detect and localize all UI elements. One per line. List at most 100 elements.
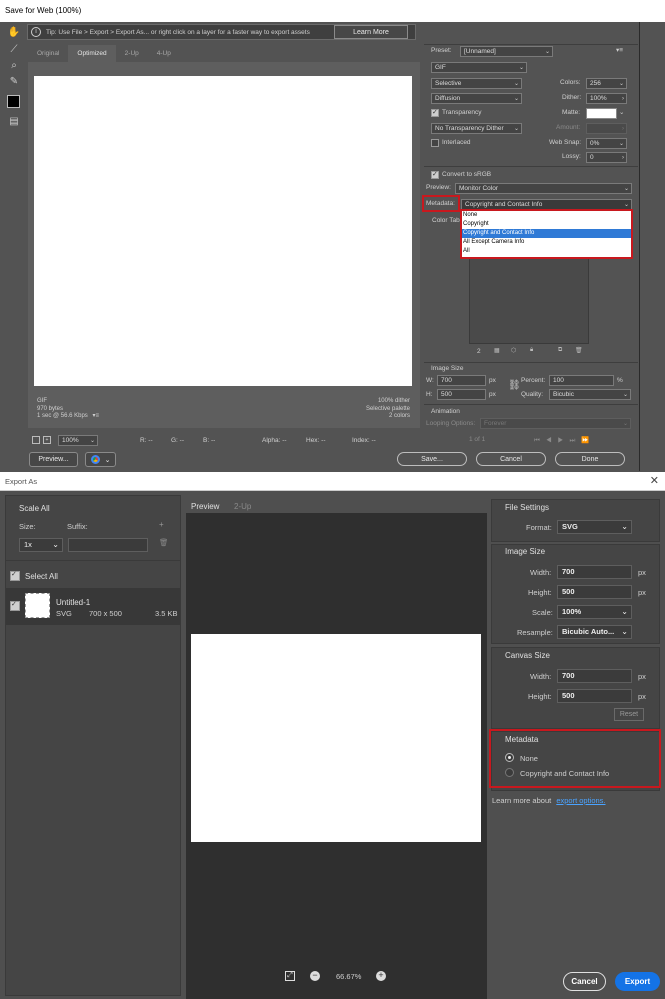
readout-g: G: -- bbox=[171, 437, 184, 444]
chevron-down-icon: ⌄ bbox=[621, 627, 628, 636]
readout-hex: Hex: -- bbox=[306, 437, 326, 444]
dither-algorithm-value: Diffusion bbox=[435, 95, 461, 102]
fit-to-screen-icon[interactable]: ⤢ bbox=[285, 971, 295, 981]
convert-srgb-checkbox[interactable] bbox=[431, 170, 439, 179]
reset-button[interactable]: Reset bbox=[614, 708, 644, 721]
zoom-tool-icon[interactable]: ⌕ bbox=[6, 58, 22, 72]
web-shift-icon[interactable]: ⬡ bbox=[511, 347, 516, 354]
percent-unit: % bbox=[617, 377, 623, 384]
export-as-window: Export As ✕ Scale All Size: Suffix: + 1x… bbox=[0, 472, 665, 999]
color-reduction-select[interactable]: Selective ⌄ bbox=[431, 78, 522, 89]
readout-alpha: Alpha: -- bbox=[262, 437, 287, 444]
format-select[interactable]: SVG ⌄ bbox=[557, 520, 632, 534]
scale-select[interactable]: 100% ⌄ bbox=[557, 605, 632, 619]
metadata-panel-highlight bbox=[489, 729, 661, 788]
link-icon[interactable]: ⛓︎ bbox=[508, 380, 521, 391]
file-settings-heading: File Settings bbox=[505, 503, 550, 512]
resample-label: Resample: bbox=[517, 628, 553, 637]
download-rate-menu-icon[interactable]: ▾≡ bbox=[92, 413, 99, 419]
zoom-in-icon[interactable]: + bbox=[43, 436, 51, 444]
export-button[interactable]: Export bbox=[615, 972, 660, 991]
suffix-label: Suffix: bbox=[67, 522, 88, 531]
readout-index: Index: -- bbox=[352, 437, 376, 444]
add-scale-icon[interactable]: + bbox=[159, 520, 164, 529]
canvas-width-field[interactable]: 700 bbox=[557, 669, 632, 683]
toggle-slices-icon[interactable]: ▤ bbox=[6, 114, 22, 128]
canvas-height-field[interactable]: 500 bbox=[557, 689, 632, 703]
trash-icon[interactable]: 🗑︎ bbox=[575, 347, 583, 354]
height-field[interactable]: 500 bbox=[557, 585, 632, 599]
save-button[interactable]: Save... bbox=[397, 452, 467, 466]
eyedropper-color-swatch[interactable] bbox=[7, 95, 20, 108]
info-icon: i bbox=[31, 27, 41, 37]
learn-more-button[interactable]: Learn More bbox=[334, 25, 408, 39]
canvas-width-unit: px bbox=[638, 672, 646, 681]
animation-label: Animation bbox=[431, 408, 460, 415]
websnap-field[interactable]: 0% ⌄ bbox=[586, 138, 627, 149]
asset-name: Untitled-1 bbox=[56, 598, 91, 607]
interlaced-checkbox[interactable] bbox=[431, 139, 439, 147]
hand-tool-icon[interactable]: ✋ bbox=[6, 25, 22, 39]
colors-select[interactable]: 256 ⌄ bbox=[586, 78, 627, 89]
matte-color-swatch[interactable] bbox=[586, 108, 617, 119]
websnap-label: Web Snap: bbox=[549, 139, 582, 146]
dither-algorithm-select[interactable]: Diffusion ⌄ bbox=[431, 93, 522, 104]
zoom-level-select[interactable]: 100% ⌄ bbox=[58, 435, 98, 446]
transparency-dither-select[interactable]: No Transparency Dither ⌄ bbox=[431, 123, 522, 134]
select-all-label: Select All bbox=[25, 572, 58, 581]
chevron-right-icon: › bbox=[622, 126, 624, 132]
asset-dimensions: 700 x 500 bbox=[89, 609, 122, 618]
height-field[interactable]: 500 bbox=[437, 389, 486, 400]
chevron-down-icon: ⌄ bbox=[618, 81, 624, 87]
size-select[interactable]: 1x ⌄ bbox=[19, 538, 63, 552]
preview-button[interactable]: Preview... bbox=[29, 452, 78, 467]
suffix-input[interactable] bbox=[68, 538, 148, 552]
quality-select[interactable]: Bicubic ⌄ bbox=[549, 389, 631, 400]
cancel-button[interactable]: Cancel bbox=[563, 972, 606, 991]
preview-color-select[interactable]: Monitor Color ⌄ bbox=[455, 183, 632, 194]
export-options-link[interactable]: export options. bbox=[556, 796, 605, 805]
file-format-select[interactable]: GIF ⌄ bbox=[431, 62, 527, 73]
tab-original[interactable]: Original bbox=[28, 45, 68, 62]
width-field[interactable]: 700 bbox=[437, 375, 486, 386]
tab-4up[interactable]: 4-Up bbox=[148, 45, 180, 62]
preview-color-value: Monitor Color bbox=[459, 185, 499, 192]
lossy-field[interactable]: 0 › bbox=[586, 152, 627, 163]
learn-more-text: Learn more about export options. bbox=[492, 796, 606, 805]
interlaced-label: Interlaced bbox=[442, 139, 471, 146]
zoom-in-icon[interactable]: + bbox=[376, 971, 386, 981]
height-label: H: bbox=[426, 391, 433, 398]
zoom-out-icon[interactable]: − bbox=[310, 971, 320, 981]
tab-2up[interactable]: 2-Up bbox=[234, 502, 251, 511]
preset-value: [Unnamed] bbox=[464, 48, 496, 55]
zoom-out-icon[interactable] bbox=[32, 436, 40, 444]
resample-select[interactable]: Bicubic Auto... ⌄ bbox=[557, 625, 632, 639]
new-color-icon[interactable]: ⧉ bbox=[558, 347, 562, 354]
lock-color-icon[interactable]: 🔒︎ bbox=[530, 347, 533, 354]
asset-checkbox[interactable] bbox=[10, 600, 20, 611]
trash-icon[interactable]: 🗑︎ bbox=[159, 538, 169, 547]
chevron-down-icon: ⌄ bbox=[622, 421, 628, 427]
matte-menu-chevron-icon[interactable]: ⌄ bbox=[619, 108, 624, 116]
browser-select[interactable]: ⌄ bbox=[85, 452, 116, 467]
transparency-checkbox[interactable] bbox=[431, 108, 439, 117]
done-button[interactable]: Done bbox=[555, 452, 625, 466]
eyedropper-tool-icon[interactable]: ✎ bbox=[6, 74, 22, 88]
metadata-value: Copyright and Contact Info bbox=[465, 201, 543, 208]
close-icon[interactable]: ✕ bbox=[650, 474, 659, 487]
looping-select: Forever ⌄ bbox=[480, 418, 631, 429]
tab-2up[interactable]: 2-Up bbox=[116, 45, 148, 62]
dither-amount-field[interactable]: 100% › bbox=[586, 93, 627, 104]
divider bbox=[6, 560, 180, 561]
cancel-button[interactable]: Cancel bbox=[476, 452, 546, 466]
map-transparent-icon[interactable]: ▦ bbox=[494, 347, 500, 354]
optimize-menu-icon[interactable]: ▾≡ bbox=[616, 46, 623, 54]
slice-select-tool-icon[interactable]: ⟋ bbox=[6, 42, 22, 56]
browser-icon bbox=[90, 455, 100, 464]
preset-select[interactable]: [Unnamed] ⌄ bbox=[460, 46, 553, 57]
tab-optimized[interactable]: Optimized bbox=[68, 45, 116, 62]
select-all-checkbox[interactable] bbox=[10, 570, 20, 581]
width-field[interactable]: 700 bbox=[557, 565, 632, 579]
color-table[interactable] bbox=[469, 258, 589, 344]
percent-field[interactable]: 100 bbox=[549, 375, 614, 386]
